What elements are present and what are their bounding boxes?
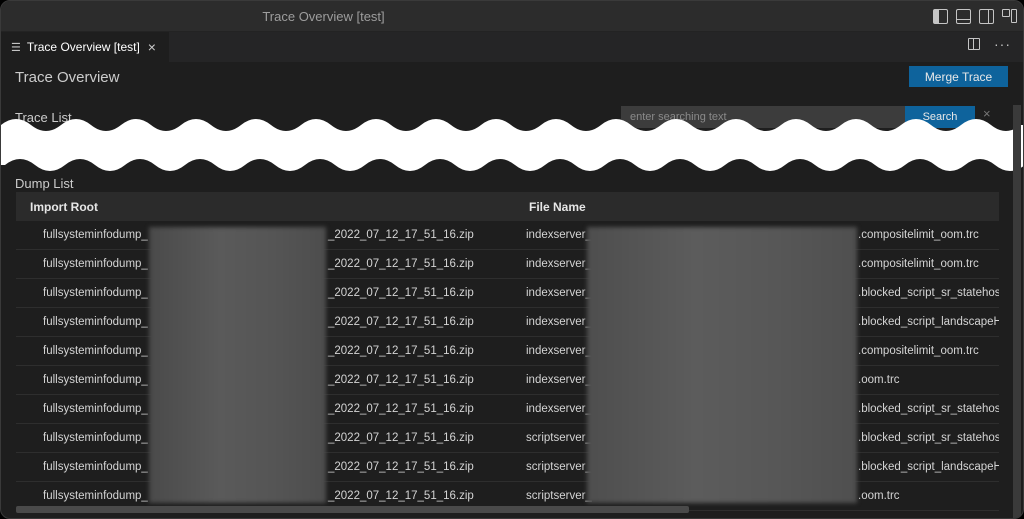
- import-root-suffix: _2022_07_12_17_51_16.zip: [328, 432, 474, 444]
- tab-bar: ☰ Trace Overview [test] × ···: [1, 32, 1023, 62]
- file-name-suffix: .oom.trc: [858, 374, 900, 386]
- file-name-suffix: .oom.trc: [858, 490, 900, 502]
- file-name-prefix: indexserver_: [526, 287, 592, 299]
- merge-trace-button[interactable]: Merge Trace: [909, 66, 1008, 87]
- import-root-suffix: _2022_07_12_17_51_16.zip: [328, 374, 474, 386]
- file-name-prefix: indexserver_: [526, 345, 592, 357]
- import-root-prefix: fullsysteminfodump_: [43, 287, 148, 299]
- file-name-suffix: .blocked_script_sr_statehostr: [858, 287, 999, 299]
- file-name-suffix: .blocked_script_landscapeHc: [858, 316, 999, 328]
- file-name-suffix: .blocked_script_sr_statehostr: [858, 403, 999, 415]
- tab-trace-overview[interactable]: ☰ Trace Overview [test] ×: [1, 32, 169, 62]
- import-root-suffix: _2022_07_12_17_51_16.zip: [328, 490, 474, 502]
- file-name-prefix: scriptserver_: [526, 461, 592, 473]
- file-name-prefix: indexserver_: [526, 374, 592, 386]
- vertical-scrollbar[interactable]: [1013, 105, 1021, 518]
- column-header-import-root[interactable]: Import Root: [16, 200, 515, 214]
- file-name-suffix: .compositelimit_oom.trc: [858, 229, 979, 241]
- import-root-prefix: fullsysteminfodump_: [43, 229, 148, 241]
- dump-list-heading: Dump List: [15, 176, 74, 191]
- import-root-suffix: _2022_07_12_17_51_16.zip: [328, 287, 474, 299]
- import-root-prefix: fullsysteminfodump_: [43, 345, 148, 357]
- import-root-prefix: fullsysteminfodump_: [43, 258, 148, 270]
- redacted-region: [149, 227, 326, 503]
- file-name-suffix: .blocked_script_sr_statehostr: [858, 432, 999, 444]
- toggle-secondary-sidebar-icon[interactable]: [979, 9, 994, 24]
- import-root-suffix: _2022_07_12_17_51_16.zip: [328, 258, 474, 270]
- import-root-suffix: _2022_07_12_17_51_16.zip: [328, 345, 474, 357]
- toggle-panel-icon[interactable]: [956, 9, 971, 24]
- editor-actions: ···: [968, 37, 1011, 51]
- file-name-prefix: indexserver_: [526, 316, 592, 328]
- import-root-prefix: fullsysteminfodump_: [43, 374, 148, 386]
- import-root-prefix: fullsysteminfodump_: [43, 316, 148, 328]
- column-header-file-name[interactable]: File Name: [515, 200, 586, 214]
- import-root-suffix: _2022_07_12_17_51_16.zip: [328, 316, 474, 328]
- close-tab-icon[interactable]: ×: [148, 39, 156, 55]
- file-name-prefix: indexserver_: [526, 403, 592, 415]
- file-name-prefix: indexserver_: [526, 258, 592, 270]
- table-header: Import Root File Name: [16, 192, 999, 221]
- more-actions-icon[interactable]: ···: [994, 37, 1011, 51]
- file-name-prefix: scriptserver_: [526, 490, 592, 502]
- page-title: Trace Overview: [15, 69, 120, 86]
- import-root-suffix: _2022_07_12_17_51_16.zip: [328, 461, 474, 473]
- horizontal-scrollbar[interactable]: [16, 506, 689, 513]
- file-name-suffix: .compositelimit_oom.trc: [858, 345, 979, 357]
- import-root-suffix: _2022_07_12_17_51_16.zip: [328, 403, 474, 415]
- import-root-prefix: fullsysteminfodump_: [43, 490, 148, 502]
- window-title: Trace Overview [test]: [262, 9, 385, 24]
- file-name-prefix: indexserver_: [526, 229, 592, 241]
- import-root-prefix: fullsysteminfodump_: [43, 403, 148, 415]
- layout-controls: [933, 9, 1017, 24]
- file-name-suffix: .compositelimit_oom.trc: [858, 258, 979, 270]
- import-root-prefix: fullsysteminfodump_: [43, 461, 148, 473]
- import-root-prefix: fullsysteminfodump_: [43, 432, 148, 444]
- split-editor-icon[interactable]: [968, 38, 980, 50]
- tab-label: Trace Overview [test]: [26, 40, 140, 54]
- file-name-prefix: scriptserver_: [526, 432, 592, 444]
- file-name-suffix: .blocked_script_landscapeHc: [858, 461, 999, 473]
- screenshot-cut-divider: [1, 119, 1023, 171]
- redacted-region: [587, 227, 857, 503]
- customize-layout-icon[interactable]: [1002, 9, 1017, 24]
- app-window: Trace Overview [test] ☰ Trace Overview […: [0, 0, 1024, 519]
- toggle-primary-sidebar-icon[interactable]: [933, 9, 948, 24]
- import-root-suffix: _2022_07_12_17_51_16.zip: [328, 229, 474, 241]
- title-bar: Trace Overview [test]: [1, 1, 1023, 32]
- preview-icon: ☰: [11, 41, 21, 54]
